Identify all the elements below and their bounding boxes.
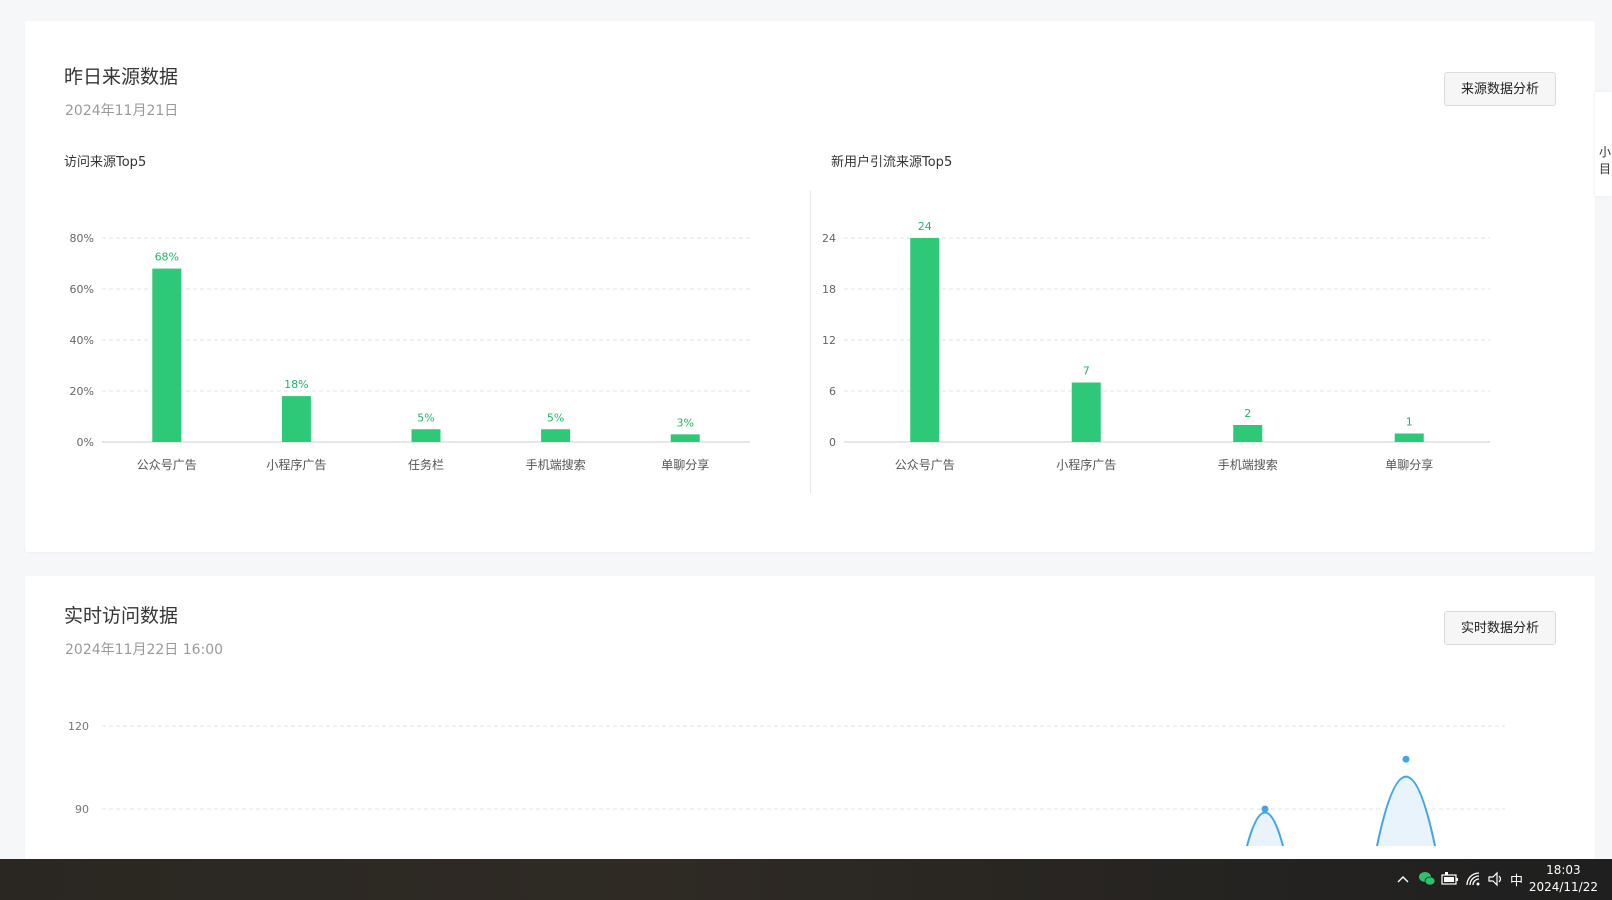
bar-value-label: 7 [1083, 365, 1090, 378]
bar-value-label: 24 [918, 220, 932, 233]
wechat-icon[interactable] [1418, 870, 1436, 887]
y-tick-label: 0 [829, 436, 836, 449]
bar [910, 238, 940, 442]
side-widget-text: 小 [1599, 145, 1612, 159]
x-tick-label: 单聊分享 [1385, 457, 1433, 472]
x-tick-label: 公众号广告 [895, 458, 955, 472]
source-analysis-button[interactable]: 来源数据分析 [1443, 72, 1556, 106]
system-clock[interactable]: 18:03 2024/11/22 [1529, 862, 1598, 896]
bar-value-label: 3% [676, 416, 693, 429]
x-tick-label: 公众号广告 [137, 458, 197, 472]
bar-value-label: 2 [1244, 407, 1251, 420]
realtime-analysis-button[interactable]: 实时数据分析 [1443, 611, 1556, 645]
bar-value-label: 5% [417, 411, 434, 424]
y-tick-label: 40% [70, 334, 94, 347]
y-tick-label: 60% [70, 283, 94, 296]
side-widget-text: 目 [1599, 162, 1612, 176]
y-tick-label: 20% [70, 385, 94, 398]
chart-title-new-user-source: 新用户引流来源Top5 [831, 155, 953, 170]
y-tick-label: 90 [75, 803, 89, 816]
wifi-icon[interactable] [1465, 871, 1481, 887]
card-title: 昨日来源数据 [64, 66, 179, 88]
bar-value-label: 18% [284, 378, 308, 391]
chevron-up-icon[interactable] [1396, 873, 1410, 885]
floating-side-widget[interactable]: 小 目 [1595, 92, 1612, 196]
bar [281, 396, 311, 442]
chart-divider [810, 191, 811, 493]
x-tick-label: 手机端搜索 [526, 457, 586, 472]
clock-time: 18:03 [1546, 863, 1581, 877]
y-tick-label: 0% [77, 436, 94, 449]
x-tick-label: 手机端搜索 [1218, 457, 1278, 472]
taskbar: 中 18:03 2024/11/22 [0, 859, 1612, 900]
y-tick-label: 6 [829, 385, 836, 398]
card-date: 2024年11月21日 [65, 103, 179, 119]
speaker-icon[interactable] [1487, 871, 1505, 887]
new-user-source-bar-chart: 0 6 12 18 24 24 公众号广告 7 小程序广告 2 手机端搜索 1 单聊分享 [822, 220, 1490, 472]
chart-title-visit-source: 访问来源Top5 [64, 155, 147, 170]
y-tick-label: 18 [822, 283, 836, 296]
realtime-area-chart: 90 120 [68, 720, 1505, 847]
y-tick-label: 24 [822, 232, 836, 245]
x-tick-label: 小程序广告 [1056, 457, 1116, 472]
clock-date: 2024/11/22 [1528, 880, 1598, 894]
y-tick-label: 120 [68, 720, 89, 733]
bar [152, 268, 182, 442]
bar [1071, 382, 1101, 442]
battery-icon[interactable] [1441, 872, 1459, 886]
bar [411, 429, 441, 442]
bar-value-label: 68% [155, 251, 179, 264]
bar-value-label: 1 [1406, 416, 1413, 429]
data-point [1402, 755, 1410, 763]
data-point [1261, 805, 1269, 813]
bar [1394, 433, 1424, 442]
source-data-card: 昨日来源数据 2024年11月21日 来源数据分析 访问来源Top5 新用户引流… [25, 21, 1595, 552]
x-tick-label: 单聊分享 [661, 457, 709, 472]
visit-source-bar-chart: 0% 20% 40% 60% 80% 68% 公众号广告 18% 小程序广告 5% 任务栏 5% 手机端… [70, 232, 750, 472]
bar [541, 429, 571, 442]
bar [1233, 425, 1263, 442]
card-title: 实时访问数据 [64, 605, 179, 627]
ime-indicator[interactable]: 中 [1510, 859, 1523, 900]
x-tick-label: 任务栏 [408, 457, 444, 472]
y-tick-label: 12 [822, 334, 836, 347]
realtime-data-card: 实时访问数据 2024年11月22日 16:00 实时数据分析 90 120 [25, 576, 1595, 866]
bar-value-label: 5% [547, 411, 564, 424]
y-tick-label: 80% [70, 232, 94, 245]
card-date: 2024年11月22日 16:00 [65, 642, 224, 658]
x-tick-label: 小程序广告 [266, 457, 326, 472]
bar [670, 434, 700, 442]
